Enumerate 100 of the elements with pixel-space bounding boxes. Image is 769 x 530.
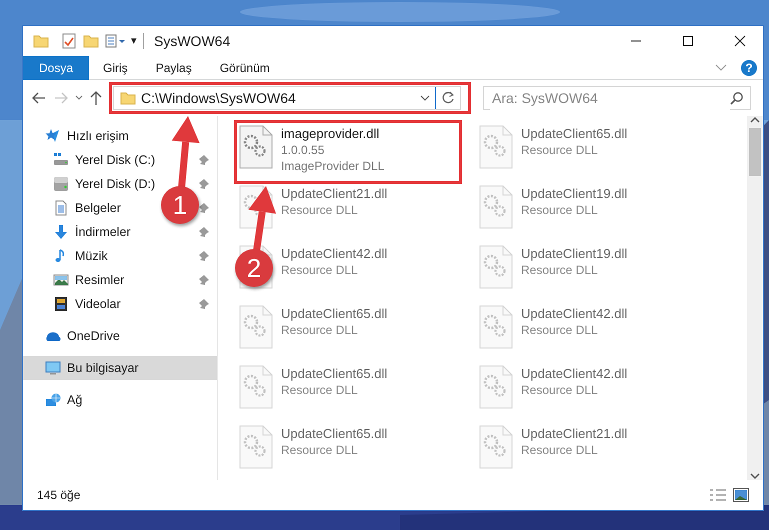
file-item[interactable]: UpdateClient65.dll Resource DLL xyxy=(521,125,628,158)
sidebar-item[interactable]: OneDrive xyxy=(45,324,120,348)
dropdown-icon[interactable] xyxy=(420,95,430,101)
file-item[interactable]: UpdateClient42.dll Resource DLL xyxy=(521,365,628,398)
ribbon-tab[interactable]: Görünüm xyxy=(206,56,284,80)
file-detail: Resource DLL xyxy=(521,322,599,338)
file-detail: Resource DLL xyxy=(281,322,359,338)
file-name: UpdateClient42.dll xyxy=(521,365,628,382)
download-icon xyxy=(53,224,69,240)
dll-gear-icon xyxy=(239,125,273,169)
file-name: UpdateClient65.dll xyxy=(281,425,388,442)
customize-caret[interactable]: ▾ xyxy=(131,32,137,50)
dll-gear-icon xyxy=(239,425,273,469)
film-icon xyxy=(53,296,69,312)
file-item[interactable]: UpdateClient19.dll Resource DLL xyxy=(521,185,628,218)
dll-gear-icon xyxy=(239,365,273,409)
expand-ribbon-icon[interactable] xyxy=(715,64,727,72)
properties-icon[interactable] xyxy=(105,33,125,49)
pin-icon[interactable] xyxy=(199,275,209,285)
scroll-down-icon[interactable] xyxy=(750,472,760,480)
address-bar[interactable]: C:\Windows\SysWOW64 xyxy=(113,86,461,110)
pin-icon[interactable] xyxy=(199,155,209,165)
file-name: UpdateClient42.dll xyxy=(521,305,628,322)
file-item[interactable]: UpdateClient65.dll Resource DLL xyxy=(281,365,388,398)
pin-icon[interactable] xyxy=(199,203,209,213)
back-icon[interactable] xyxy=(31,90,47,106)
sidebar-item[interactable]: Resimler xyxy=(53,268,124,292)
sidebar-item[interactable]: Bu bilgisayar xyxy=(45,356,139,380)
search-icon[interactable] xyxy=(730,91,744,105)
sidebar-item[interactable]: Videolar xyxy=(53,292,121,316)
checklist-icon[interactable] xyxy=(61,33,77,49)
sidebar-item[interactable]: Yerel Disk (D:) xyxy=(53,172,156,196)
scroll-up-icon[interactable] xyxy=(750,116,760,124)
network-icon xyxy=(45,392,61,408)
file-detail: Resource DLL xyxy=(281,202,359,218)
file-detail: Resource DLL xyxy=(521,142,599,158)
sidebar-item[interactable]: Hızlı erişim xyxy=(45,124,129,148)
sidebar-item[interactable]: Belgeler xyxy=(53,196,121,220)
scrollbar[interactable] xyxy=(747,116,763,480)
up-icon[interactable] xyxy=(89,90,103,106)
file-item[interactable]: UpdateClient21.dll Resource DLL xyxy=(281,185,388,218)
sidebar-item[interactable]: Ağ xyxy=(45,388,82,412)
address-text: C:\Windows\SysWOW64 xyxy=(141,88,296,108)
dll-gear-icon xyxy=(479,185,513,229)
sidebar-item[interactable]: İndirmeler xyxy=(53,220,131,244)
folder-icon xyxy=(120,90,136,106)
pin-icon[interactable] xyxy=(199,179,209,189)
file-detail: Resource DLL xyxy=(521,262,599,278)
close-icon xyxy=(734,35,746,47)
file-name: imageprovider.dll xyxy=(281,125,380,142)
file-name: UpdateClient65.dll xyxy=(521,125,628,142)
file-item[interactable]: UpdateClient19.dll Resource DLL xyxy=(521,245,628,278)
new-folder-icon[interactable] xyxy=(83,33,99,49)
quick-access-icon xyxy=(45,128,61,144)
pin-icon[interactable] xyxy=(199,251,209,261)
file-item[interactable]: UpdateClient65.dll Resource DLL xyxy=(281,425,388,458)
file-detail: Resource DLL xyxy=(521,382,599,398)
file-name: UpdateClient65.dll xyxy=(281,365,388,382)
file-tab[interactable]: Dosya xyxy=(23,56,90,80)
ribbon-tab[interactable]: Giriş xyxy=(89,56,142,80)
file-detail: 1.0.0.55 xyxy=(281,142,326,158)
details-view-icon[interactable] xyxy=(709,488,727,502)
maximize-icon xyxy=(682,35,694,47)
recent-caret-icon[interactable] xyxy=(75,95,83,101)
file-item[interactable]: UpdateClient21.dll Resource DLL xyxy=(521,425,628,458)
file-name: UpdateClient42.dll xyxy=(281,245,388,262)
file-name: UpdateClient21.dll xyxy=(521,425,628,442)
dll-gear-icon xyxy=(479,245,513,289)
large-icons-view-icon[interactable] xyxy=(733,488,749,502)
drive-icon xyxy=(53,152,69,168)
refresh-icon[interactable] xyxy=(441,91,455,105)
file-item[interactable]: imageprovider.dll 1.0.0.55 ImageProvider DLL xyxy=(281,125,384,174)
file-detail: ImageProvider DLL xyxy=(281,158,384,174)
ribbon-tab[interactable]: Paylaş xyxy=(142,56,206,80)
file-detail: Resource DLL xyxy=(521,202,599,218)
folder-icon xyxy=(33,33,49,49)
file-item[interactable]: UpdateClient42.dll Resource DLL xyxy=(281,245,388,278)
scroll-thumb[interactable] xyxy=(749,128,761,176)
file-name: UpdateClient19.dll xyxy=(521,185,628,202)
sidebar-item[interactable]: Yerel Disk (C:) xyxy=(53,148,156,172)
item-count: 145 öğe xyxy=(37,487,80,504)
file-item[interactable]: UpdateClient65.dll Resource DLL xyxy=(281,305,388,338)
drive-icon xyxy=(53,176,69,192)
file-name: UpdateClient19.dll xyxy=(521,245,628,262)
dll-gear-icon xyxy=(479,125,513,169)
file-detail: Resource DLL xyxy=(281,382,359,398)
pin-icon[interactable] xyxy=(199,299,209,309)
dll-gear-icon xyxy=(239,305,273,349)
file-detail: Resource DLL xyxy=(281,442,359,458)
sidebar-item[interactable]: Müzik xyxy=(53,244,108,268)
search-field[interactable]: Ara: SysWOW64 xyxy=(483,86,751,110)
picture-icon xyxy=(53,272,69,288)
computer-icon xyxy=(45,360,61,376)
file-detail: Resource DLL xyxy=(521,442,599,458)
file-item[interactable]: UpdateClient42.dll Resource DLL xyxy=(521,305,628,338)
document-icon xyxy=(53,200,69,216)
dll-gear-icon xyxy=(479,425,513,469)
help-button[interactable]: ? xyxy=(741,60,757,76)
pin-icon[interactable] xyxy=(199,227,209,237)
window-title: SysWOW64 xyxy=(154,32,230,51)
